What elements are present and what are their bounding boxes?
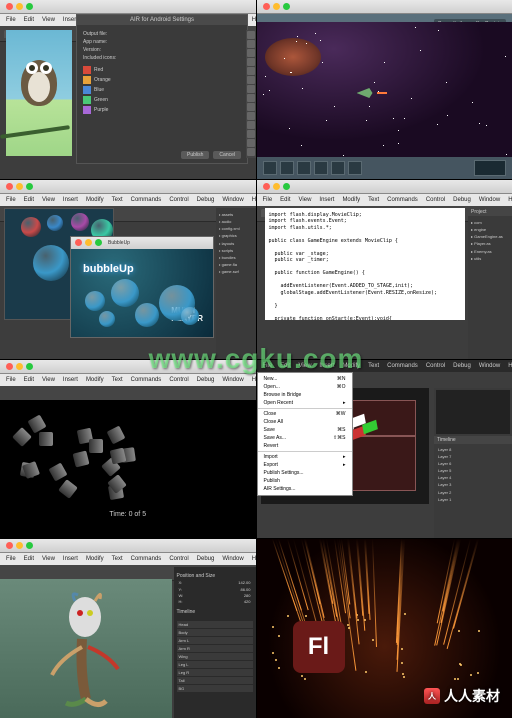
code-editor[interactable]: import flash.display.MovieClip; import f… xyxy=(265,208,465,320)
titlebar xyxy=(0,360,256,374)
watermark-corner: 人人人素材 xyxy=(424,686,500,706)
menubar[interactable]: FileEditViewInsertModifyTextCommandsCont… xyxy=(257,360,512,372)
timer-label: Time: 0 of 5 xyxy=(0,511,256,518)
game-logo: bubbleUp xyxy=(83,263,134,275)
character[interactable] xyxy=(30,589,140,709)
titlebar xyxy=(0,180,256,194)
owl-art xyxy=(18,52,60,110)
menubar[interactable]: FileEditViewInsertModifyTextCommandsCont… xyxy=(0,553,256,565)
planet xyxy=(265,38,321,76)
flash-logo: Fl xyxy=(293,621,345,673)
file-panel[interactable]: ▸ assets▸ audio▸ config.xml▸ graphics▸ l… xyxy=(216,208,256,359)
properties-panel[interactable]: Position and Size X:142.00Y:86.00W:280H:… xyxy=(174,567,256,718)
icon-swatches: RedOrangeBlueGreenPurple xyxy=(83,66,241,114)
canvas xyxy=(6,30,72,156)
cancel-button[interactable]: Cancel xyxy=(213,151,241,159)
menubar[interactable]: FileEditViewInsertModifyTextCommandsCont… xyxy=(257,194,512,206)
menubar[interactable]: FileEditViewInsertModifyTextCommandsCont… xyxy=(0,374,256,386)
right-panel[interactable]: Timeline Layer 8Layer 7Layer 6Layer 5Lay… xyxy=(434,388,512,539)
titlebar xyxy=(0,539,256,553)
minimap[interactable] xyxy=(474,160,506,176)
game-preview: BubbleUp bubbleUp MULTIPLAYER xyxy=(70,236,214,338)
toolbox[interactable] xyxy=(246,30,256,158)
titlebar xyxy=(257,180,512,194)
stage[interactable] xyxy=(0,579,172,718)
publish-button[interactable]: Publish xyxy=(181,151,209,159)
game-space[interactable] xyxy=(257,22,512,157)
menubar[interactable]: FileEditViewInsertModifyTextCommandsCont… xyxy=(0,194,256,206)
player-ship[interactable] xyxy=(357,88,373,98)
game-hud-bottom xyxy=(257,157,512,179)
inventory-slot[interactable] xyxy=(263,161,277,175)
stage[interactable]: Time: 0 of 5 xyxy=(0,400,256,539)
dialog-title: AIR for Android Settings xyxy=(77,15,247,25)
titlebar xyxy=(0,0,256,14)
project-panel[interactable]: Project ▸ com▸ engine▸ GameEngine.as▸ Pl… xyxy=(468,208,512,359)
titlebar xyxy=(257,0,512,14)
publish-dialog: AIR for Android Settings Output file: Ap… xyxy=(76,14,248,164)
file-menu[interactable]: New...⌘NOpen...⌘OBrowse in BridgeOpen Re… xyxy=(257,372,353,496)
